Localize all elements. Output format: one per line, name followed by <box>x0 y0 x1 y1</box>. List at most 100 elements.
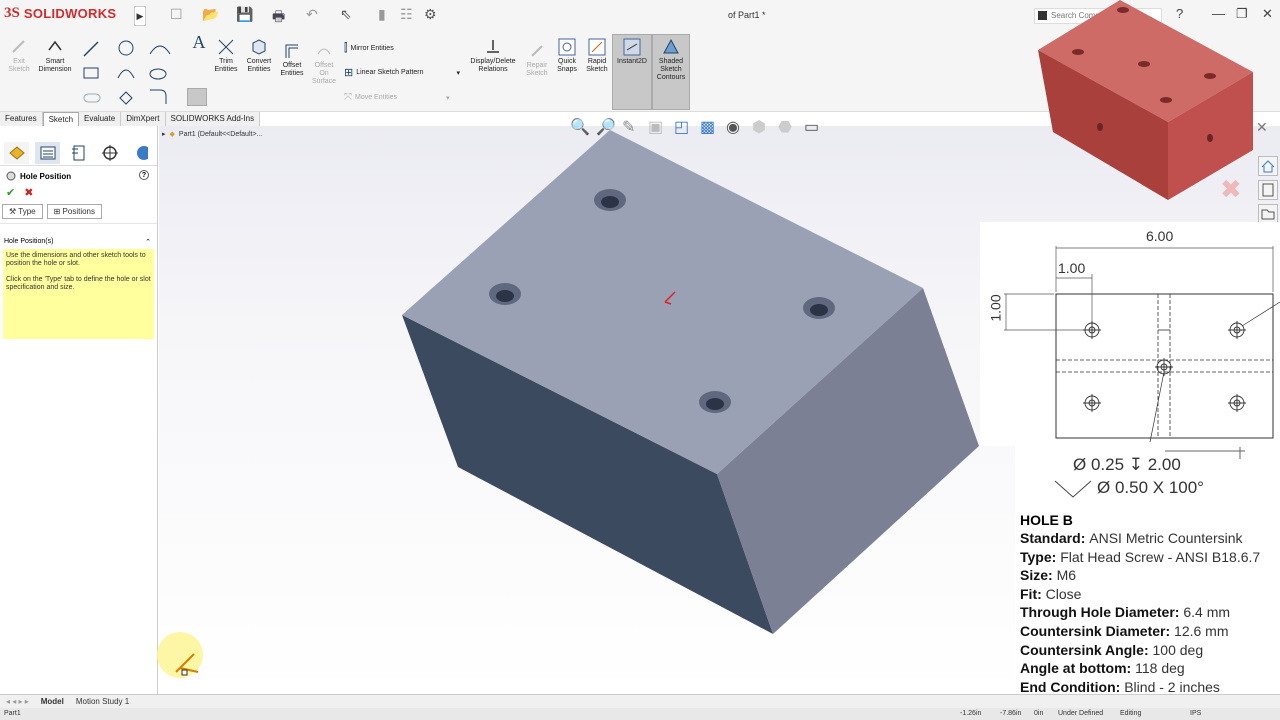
hole-positions-section-header[interactable]: Hole Position(s) ⌃ <box>0 223 157 247</box>
hole-point-1[interactable] <box>594 189 626 211</box>
text-tool-button[interactable]: A <box>190 33 208 51</box>
convert-entities-button[interactable]: Convert Entities <box>244 38 274 74</box>
dim-total-width: 6.00 <box>1146 228 1174 244</box>
mirror-label: Mirror Entities <box>350 45 394 52</box>
help-icon[interactable]: ? <box>139 170 149 180</box>
dim-x-offset: 1.00 <box>1058 260 1086 276</box>
exit-sketch-button[interactable]: Exit Sketch <box>4 38 34 74</box>
fillet-icon[interactable] <box>150 89 167 104</box>
rebuild-icon[interactable]: ▮ <box>378 6 386 24</box>
sketch-entities-group[interactable] <box>80 38 180 108</box>
tab-evaluate[interactable]: Evaluate <box>79 112 122 126</box>
plane-toggle[interactable] <box>187 88 207 106</box>
property-manager-icon[interactable] <box>35 142 60 164</box>
hole-spec-panel: HOLE B Standard: ANSI Metric Countersink… <box>1015 507 1280 697</box>
spec-row: Type: Flat Head Screw - ANSI B18.6.7 <box>1020 548 1261 565</box>
tab-sketch[interactable]: Sketch <box>42 112 80 126</box>
msg-line-2: Click on the 'Type' tab to define the ho… <box>6 276 151 291</box>
positions-tab-icon: ⊞ <box>53 207 63 216</box>
tab-motion-study[interactable]: Motion Study 1 <box>70 697 135 706</box>
file-properties-icon[interactable]: ☷ <box>400 6 413 24</box>
repair-sketch-button[interactable]: Repair Sketch <box>524 42 550 78</box>
shaded-sketch-contours-button[interactable]: Shaded Sketch Contours <box>654 38 688 82</box>
solidworks-window: 3S SOLIDWORKS ▶ ☐ 📂 💾 🖶 ↶ ⇖ ▮ ☷ ⚙ of Par… <box>0 0 1280 720</box>
relations-icon <box>487 40 499 53</box>
spec-row: Countersink Diameter: 12.6 mm <box>1020 622 1229 639</box>
display-delete-relations-button[interactable]: Display/Delete Relations <box>466 38 520 74</box>
preview-cancel-x-icon: ✖ <box>1220 174 1242 204</box>
new-document-icon[interactable]: ☐ <box>170 6 183 24</box>
quick-snaps-icon <box>558 38 576 56</box>
spec-key: Size <box>1020 567 1049 584</box>
chevron-down-icon[interactable]: ▾ <box>457 69 461 77</box>
move-entities-button[interactable]: ⤧ Move Entities ▾ <box>344 92 450 103</box>
undo-icon[interactable]: ↶ <box>306 6 318 24</box>
slot-icon[interactable] <box>83 93 101 103</box>
rapid-sketch-label: Rapid Sketch <box>586 58 608 73</box>
collapse-caret-icon[interactable]: ⌃ <box>145 238 151 246</box>
tab-addins[interactable]: SOLIDWORKS Add-Ins <box>166 112 261 126</box>
cancel-x-icon[interactable]: ✖ <box>24 187 33 199</box>
circle-icon[interactable] <box>118 40 134 56</box>
print-icon[interactable]: 🖶 <box>272 6 285 24</box>
offset-icon <box>285 44 298 58</box>
trim-entities-button[interactable]: Trim Entities <box>212 38 240 74</box>
hole-wizard-icon <box>6 171 16 181</box>
status-y: -7.86in <box>1000 710 1022 717</box>
app-logo[interactable]: 3S SOLIDWORKS <box>4 5 116 22</box>
instant2d-button[interactable]: Instant2D <box>614 38 650 66</box>
menu-expand-arrow[interactable]: ▶ <box>134 6 146 26</box>
hole-point-2[interactable] <box>489 283 521 305</box>
spec-row: Angle at bottom: 118 deg <box>1020 660 1185 677</box>
spline-icon[interactable] <box>117 69 135 79</box>
tab-dimxpert[interactable]: DimXpert <box>121 112 166 126</box>
offset-entities-button[interactable]: Offset Entities <box>278 42 306 78</box>
tab-type-label: Type <box>18 207 36 216</box>
tab-features[interactable]: Features <box>0 112 43 126</box>
dim-y-offset: 1.00 <box>987 294 1004 322</box>
select-icon[interactable]: ⇖ <box>340 6 352 24</box>
tab-positions[interactable]: ⊞ Positions <box>46 204 102 219</box>
save-icon[interactable]: 💾 <box>236 6 253 24</box>
file-explorer-icon[interactable] <box>1258 204 1278 224</box>
rapid-sketch-button[interactable]: Rapid Sketch <box>584 38 610 74</box>
close-window-icon[interactable]: ✕ <box>1262 6 1273 22</box>
design-library-icon[interactable] <box>1258 180 1278 200</box>
mirror-entities-button[interactable]: ⫿ Mirror Entities <box>344 42 394 55</box>
linear-sketch-pattern-button[interactable]: ⊞ Linear Sketch Pattern ▾ <box>344 66 460 79</box>
quick-snaps-button[interactable]: Quick Snaps <box>554 38 580 74</box>
smart-dimension-label: Smart Dimension <box>38 58 72 73</box>
feature-tree-icon[interactable] <box>4 142 29 164</box>
rectangle-icon[interactable] <box>83 67 99 79</box>
spec-value: 118 deg <box>1135 660 1185 677</box>
nav-arrows-icon[interactable]: ◂ ◂ ▸ ▸ <box>0 697 35 706</box>
arc-icon[interactable] <box>149 45 171 55</box>
tab-positions-label: Positions <box>62 207 95 216</box>
offset-on-surface-button[interactable]: Offset On Surface <box>310 42 338 86</box>
polygon-icon[interactable] <box>119 91 133 105</box>
hole-name: HOLE B <box>1020 512 1073 528</box>
tab-model[interactable]: Model <box>35 697 70 706</box>
ellipse-icon[interactable] <box>149 68 167 80</box>
spec-row: Fit: Close <box>1020 585 1082 602</box>
home-view-icon[interactable] <box>1258 156 1278 176</box>
ds-logo-icon: 3S <box>4 5 20 21</box>
options-gear-icon[interactable]: ⚙ <box>424 6 437 24</box>
smart-dimension-button[interactable]: Smart Dimension <box>36 38 74 74</box>
dimxpert-manager-icon[interactable] <box>97 142 122 164</box>
hole-point-3[interactable] <box>803 297 835 319</box>
instant2d-icon <box>623 38 641 56</box>
tab-type[interactable]: ⚒ Type <box>2 204 43 219</box>
ok-check-icon[interactable]: ✔ <box>6 187 15 199</box>
display-manager-icon[interactable] <box>128 142 153 164</box>
hole-point-4[interactable] <box>699 391 731 413</box>
shaded-contours-label: Shaded Sketch Contours <box>656 58 686 81</box>
status-z: 0in <box>1034 710 1044 717</box>
close-preview-icon[interactable]: ✕ <box>1256 119 1268 136</box>
line-icon[interactable] <box>83 41 99 57</box>
configuration-manager-icon[interactable] <box>66 142 91 164</box>
chevron-down-icon[interactable]: ▾ <box>446 94 450 102</box>
open-icon[interactable]: 📂 <box>202 6 219 24</box>
spec-key: Angle at bottom <box>1020 660 1127 677</box>
status-units[interactable]: IPS <box>1190 710 1201 717</box>
